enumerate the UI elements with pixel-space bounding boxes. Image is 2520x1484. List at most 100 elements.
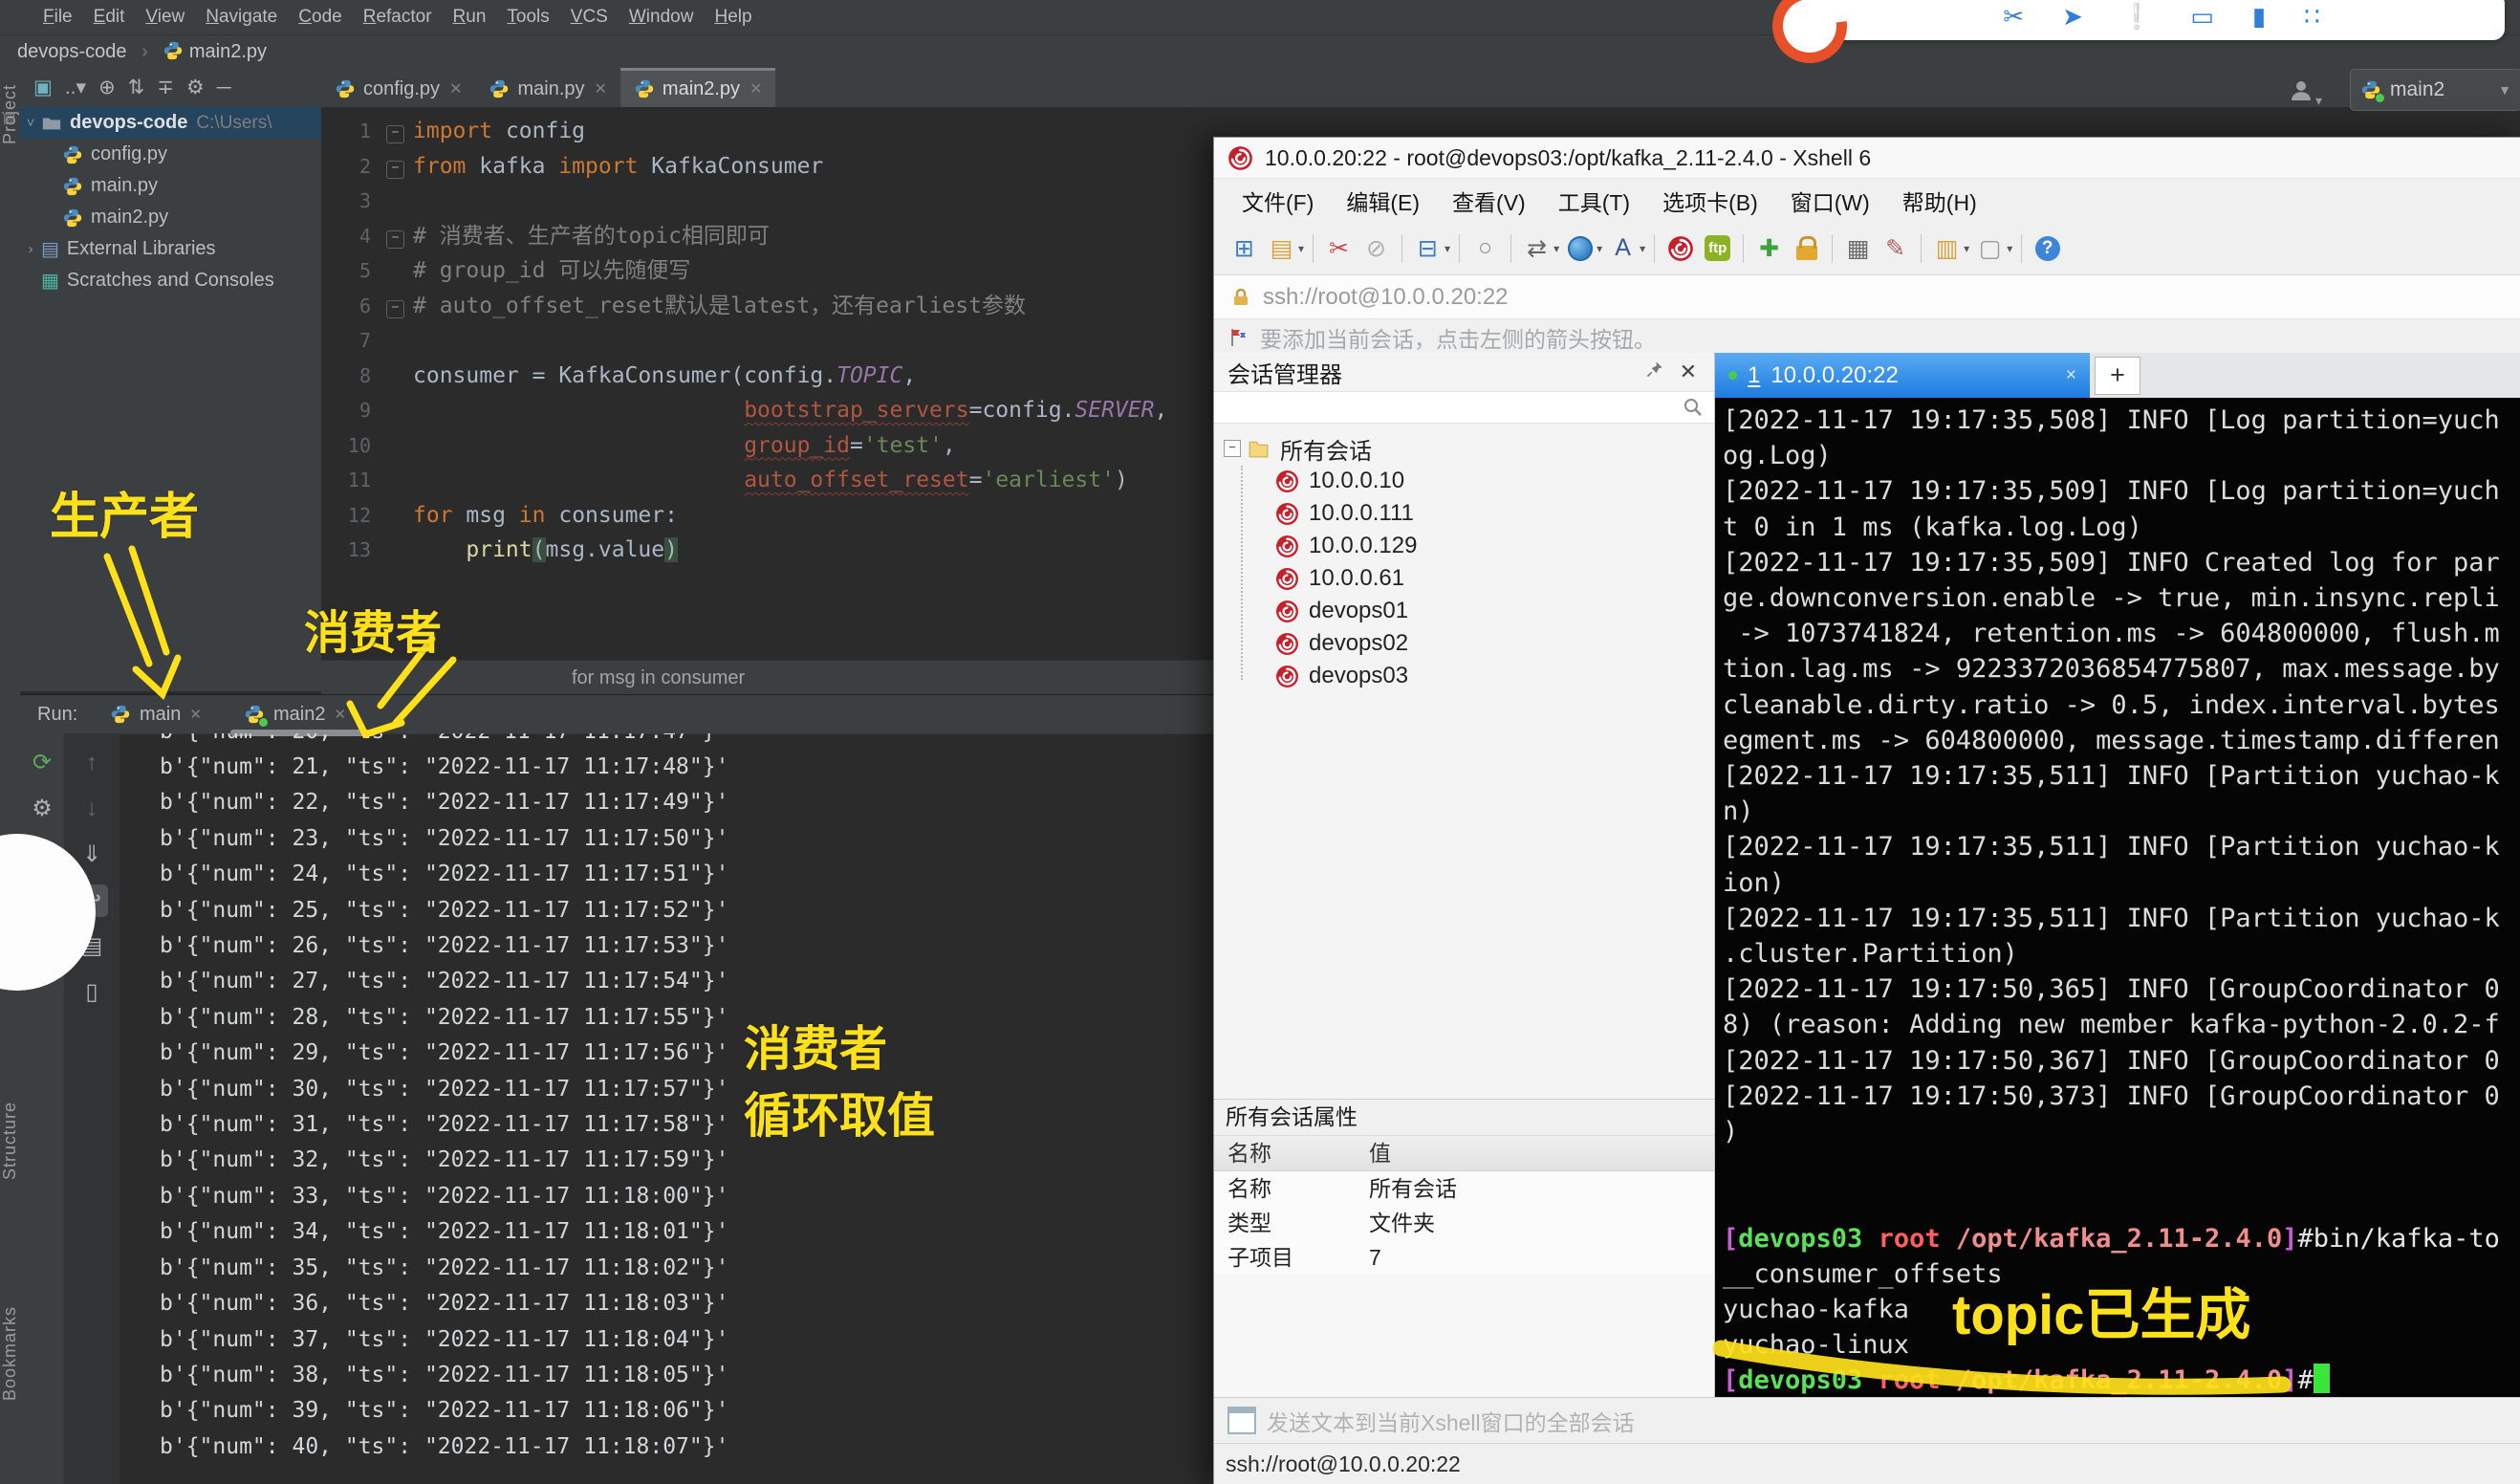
menu-item-edit[interactable]: Edit [83, 0, 136, 34]
user-profile-button[interactable]: ▾ [2287, 76, 2322, 111]
menu-item-file[interactable]: File [33, 0, 83, 34]
disconnect-icon[interactable]: ✂ [1321, 230, 1357, 266]
address-bar[interactable]: ssh://root@10.0.0.20:22 [1214, 275, 2520, 319]
menu-item-window[interactable]: Window [619, 0, 705, 34]
project-external-libraries[interactable]: › ▤ External Libraries [20, 233, 321, 265]
project-scratches[interactable]: ▦ Scratches and Consoles [20, 265, 321, 296]
find-icon[interactable]: ○ [1467, 230, 1503, 266]
menu-item-view[interactable]: View [135, 0, 195, 34]
window-layout-icon[interactable]: ▢ [1972, 230, 2008, 266]
close-panel-button[interactable]: ✕ [1672, 360, 1705, 384]
session-item-devops01[interactable]: devops01 [1214, 595, 1714, 627]
help-icon[interactable]: ? [2030, 230, 2065, 266]
new-tab-button[interactable]: + [2095, 357, 2140, 395]
xshell-title-bar[interactable]: 10.0.0.20:22 - root@devops03:/opt/kafka_… [1214, 138, 2520, 179]
chevron-down-icon[interactable]: ▾ [1964, 242, 1969, 255]
phone-tool-icon[interactable]: ▮ [2252, 2, 2266, 32]
menu-item-code[interactable]: Code [288, 0, 352, 34]
cut-tool-icon[interactable]: ✂ [2003, 2, 2024, 32]
compose-pen-icon[interactable]: ✎ [1878, 230, 1913, 266]
compose-bar[interactable]: 发送文本到当前Xshell窗口的全部会话 [1214, 1397, 2520, 1443]
session-item-devops02[interactable]: devops02 [1214, 627, 1714, 660]
hide-panel-icon[interactable]: ─ [217, 76, 231, 98]
new-folder-icon[interactable]: ▥ [1929, 230, 1965, 266]
chevron-down-icon[interactable]: ▾ [1640, 242, 1645, 255]
stripe-project-label[interactable]: Project [0, 84, 20, 144]
session-item-10.0.0.129[interactable]: 10.0.0.129 [1214, 530, 1714, 562]
xshell-menu-选项卡(B)[interactable]: 选项卡(B) [1646, 185, 1774, 217]
xshell-menu-文件(F)[interactable]: 文件(F) [1226, 185, 1330, 217]
terminal-tab[interactable]: 1 10.0.0.20:22 × [1715, 353, 2090, 398]
session-root-folder[interactable]: − 所有会话 [1214, 432, 1714, 465]
view-options-caret-icon[interactable]: ..▾ [65, 76, 86, 98]
up-stack-trace-icon[interactable]: ↑ [76, 747, 108, 779]
menu-item-run[interactable]: Run [443, 0, 497, 34]
grid-tool-icon[interactable]: ∷ [2304, 2, 2320, 32]
down-stack-trace-icon[interactable]: ↓ [76, 793, 108, 825]
settings-gear-icon[interactable]: ⚙ [186, 76, 205, 98]
xshell-menu-帮助(H)[interactable]: 帮助(H) [1886, 185, 1993, 217]
new-session-icon[interactable]: ⊞ [1227, 230, 1262, 266]
open-folder-icon[interactable]: ▤ [1264, 230, 1299, 266]
collapse-icon[interactable]: − [1224, 440, 1241, 457]
virtual-keyboard-icon[interactable]: ▦ [1840, 230, 1876, 266]
session-item-10.0.0.10[interactable]: 10.0.0.10 [1214, 465, 1714, 497]
alert-tool-icon[interactable]: ❕ [2121, 2, 2152, 32]
breadcrumb-file[interactable]: main2.py [189, 41, 267, 62]
close-tab-icon[interactable]: × [2066, 365, 2076, 386]
close-icon[interactable]: ✕ [334, 706, 346, 723]
chevron-down-icon[interactable]: ▾ [1597, 242, 1602, 255]
chevron-down-icon[interactable]: ▾ [1298, 242, 1304, 255]
run-tab-main2[interactable]: main2 ✕ [234, 695, 356, 733]
menu-item-refactor[interactable]: Refactor [353, 0, 443, 34]
session-item-10.0.0.61[interactable]: 10.0.0.61 [1214, 562, 1714, 595]
xshell-icon[interactable] [1662, 230, 1698, 266]
xftp-icon[interactable]: ftp [1700, 230, 1735, 266]
breadcrumb-project[interactable]: devops-code [17, 41, 127, 62]
monitor-tool-icon[interactable]: ▭ [2190, 2, 2214, 32]
session-item-10.0.0.111[interactable]: 10.0.0.111 [1214, 497, 1714, 530]
xshell-menu-窗口(W)[interactable]: 窗口(W) [1774, 185, 1886, 217]
editor-tab-main.py[interactable]: main.py✕ [475, 70, 619, 109]
pin-panel-button[interactable] [1638, 360, 1672, 384]
lock-screen-icon[interactable] [1789, 230, 1824, 266]
session-properties-icon[interactable]: ⊟ [1410, 230, 1445, 266]
session-item-devops03[interactable]: devops03 [1214, 660, 1714, 692]
clear-all-icon[interactable]: ▯ [76, 976, 108, 1009]
fullscreen-icon[interactable]: ✚ [1751, 230, 1787, 266]
stripe-bookmarks-label[interactable]: Bookmarks [0, 1306, 20, 1401]
project-file-main2.py[interactable]: main2.py [20, 202, 321, 233]
menu-item-tools[interactable]: Tools [496, 0, 559, 34]
run-tab-main[interactable]: main ✕ [100, 695, 211, 733]
reconnect-icon[interactable]: ⊘ [1358, 230, 1394, 266]
close-icon[interactable]: ✕ [749, 79, 762, 98]
expand-all-icon[interactable]: ⇅ [128, 76, 145, 98]
locate-file-icon[interactable]: ⊕ [98, 76, 116, 98]
rerun-icon[interactable]: ⟳ [26, 747, 58, 779]
pen-tool-icon[interactable]: ➤ [2062, 2, 2083, 32]
transfer-icon[interactable]: ⇄ [1519, 230, 1554, 266]
fold-marker-icon[interactable]: − [386, 300, 404, 318]
encoding-globe-icon[interactable] [1562, 230, 1597, 266]
chevron-right-icon[interactable]: › [20, 241, 41, 257]
menu-item-vcs[interactable]: VCS [560, 0, 619, 34]
project-root-row[interactable]: ˅ devops-code C:\Users\ [20, 107, 321, 139]
menu-item-navigate[interactable]: Navigate [195, 0, 288, 34]
project-file-config.py[interactable]: config.py [20, 139, 321, 170]
xshell-menu-工具(T)[interactable]: 工具(T) [1542, 185, 1646, 217]
chevron-down-icon[interactable]: ▾ [1445, 242, 1450, 255]
close-icon[interactable]: ✕ [449, 79, 462, 98]
font-icon[interactable]: A [1605, 230, 1640, 266]
menu-item-help[interactable]: Help [704, 0, 762, 34]
project-view-icon[interactable]: ▣ [33, 76, 53, 98]
editor-tab-config.py[interactable]: config.py✕ [321, 70, 475, 109]
fold-marker-icon[interactable]: − [386, 125, 404, 143]
close-icon[interactable]: ✕ [595, 79, 607, 98]
editor-tab-main2.py[interactable]: main2.py✕ [620, 68, 776, 107]
chevron-down-icon[interactable]: ▾ [2007, 242, 2012, 255]
fold-marker-icon[interactable]: − [386, 230, 404, 249]
collapse-all-icon[interactable]: ∓ [157, 76, 174, 98]
terminal-output[interactable]: [2022-11-17 19:17:35,508] INFO [Log part… [1715, 398, 2520, 1397]
settings-wrench-icon[interactable]: ⚙ [26, 793, 58, 825]
project-file-main.py[interactable]: main.py [20, 170, 321, 202]
